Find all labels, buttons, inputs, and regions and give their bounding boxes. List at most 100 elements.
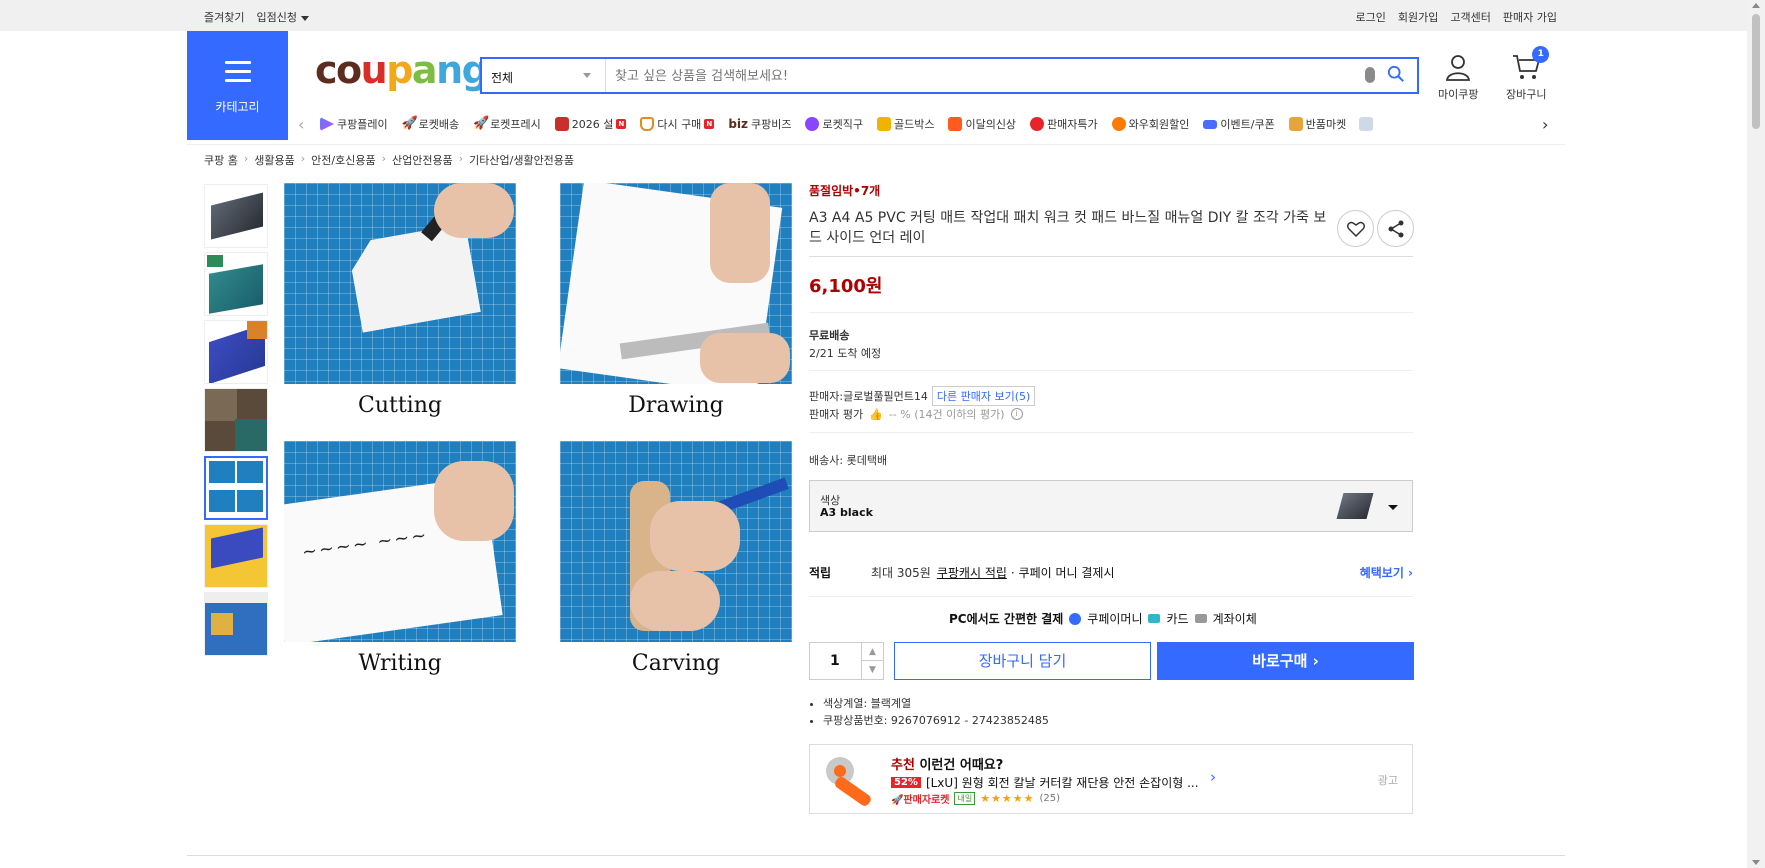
thumbnail-selected[interactable]: [204, 456, 268, 520]
payment-bank: 계좌이체: [1212, 612, 1257, 626]
wishlist-button[interactable]: [1337, 210, 1374, 247]
thumbnail[interactable]: [204, 388, 268, 452]
nav-label: 쿠팡플레이: [337, 118, 388, 131]
payment-card: 카드: [1166, 612, 1189, 626]
search-icon[interactable]: [1387, 65, 1405, 83]
nav-events-coupons[interactable]: 이벤트/쿠폰: [1203, 116, 1275, 132]
seller-signup-link[interactable]: 판매자 가입: [1503, 9, 1557, 25]
image-caption: Carving: [631, 651, 721, 676]
nav-rocket-fresh[interactable]: 🚀 로켓프레시: [473, 116, 541, 132]
nav-gold-box[interactable]: 골드박스: [876, 116, 934, 132]
seller-rocket-label: 판매자로켓: [903, 795, 950, 806]
seller-rating-value: -- % (14건 이하의 평가): [888, 408, 1005, 421]
nav-rocket-delivery[interactable]: 🚀 로켓배송: [402, 116, 459, 132]
coupang-logo[interactable]: coupang: [315, 48, 489, 92]
my-coupang-button[interactable]: 마이쿠팡: [1438, 53, 1478, 102]
chevron-right-icon[interactable]: ›: [1210, 768, 1216, 786]
thumbnail[interactable]: [204, 184, 268, 248]
thumbnail[interactable]: [204, 320, 268, 384]
recommendation-title: 추천 이런건 어때요?: [891, 754, 1003, 773]
breadcrumb-item[interactable]: 쿠팡 홈: [204, 152, 238, 168]
share-icon: [1388, 220, 1403, 237]
nav-label: 로켓직구: [822, 118, 863, 131]
seller-apply-link[interactable]: 입점신청: [256, 9, 309, 25]
quantity-decrease-icon[interactable]: ▼: [861, 661, 883, 679]
coupang-cash-link[interactable]: 쿠팡캐시 적립: [937, 564, 1007, 581]
image-caption: Cutting: [358, 393, 442, 418]
scrollbar-thumb[interactable]: [1752, 14, 1760, 129]
breadcrumb-item[interactable]: 산업안전용품: [392, 152, 453, 168]
nav-wow-discount[interactable]: 와우회원할인: [1111, 116, 1189, 132]
payment-title: PC에서도 간편한 결제: [949, 612, 1064, 626]
signup-link[interactable]: 회원가입: [1398, 9, 1438, 25]
nav-label: 판매자특가: [1047, 118, 1098, 131]
chevron-down-icon: [300, 15, 309, 21]
search-input[interactable]: [615, 65, 1315, 87]
attribute-product-number: 쿠팡상품번호: 9267076912 - 27423852485: [823, 712, 1049, 729]
chevron-left-icon[interactable]: ‹: [298, 115, 304, 134]
recommendation-card[interactable]: 추천 이런건 어때요? 52% [LxU] 원형 회전 칼날 커터칼 재단용 안전…: [809, 744, 1413, 814]
quantity-increase-icon[interactable]: ▲: [861, 643, 883, 661]
microphone-icon[interactable]: [1365, 67, 1375, 83]
shipping-label: 무료배송: [809, 329, 850, 342]
nav-return-market[interactable]: 반품마켓: [1288, 116, 1374, 132]
add-to-cart-button[interactable]: 장바구니 담기: [894, 642, 1151, 680]
carving-photo: [560, 441, 792, 642]
quantity-stepper[interactable]: 1 ▲ ▼: [809, 642, 884, 680]
buy-now-button[interactable]: 바로구매 ›: [1157, 642, 1414, 680]
option-select[interactable]: 색상 A3 black: [809, 480, 1413, 532]
nav-label: 이달의신상: [965, 118, 1017, 131]
scrollbar[interactable]: [1747, 0, 1765, 868]
drawing-photo: [560, 183, 792, 384]
nav-rocket-direct[interactable]: 로켓직구: [805, 116, 863, 132]
breadcrumb-item[interactable]: 생활용품: [254, 152, 294, 168]
nav-buy-again[interactable]: 다시 구매 N: [640, 116, 715, 132]
nav-coupang-biz[interactable]: biz 쿠팡비즈: [728, 116, 791, 132]
chevron-right-icon[interactable]: ›: [1542, 115, 1548, 134]
bookmark-link[interactable]: 즐겨찾기: [204, 9, 244, 25]
breadcrumb-item[interactable]: 안전/호신용품: [311, 152, 375, 168]
cart-button[interactable]: 1 장바구니: [1506, 46, 1550, 102]
quantity-value[interactable]: 1: [830, 653, 840, 669]
product-info: 품절임박•7개 A3 A4 A5 PVC 커팅 매트 작업대 패치 워크 컷 패…: [809, 182, 1414, 814]
nav-seller-deals[interactable]: 판매자특가: [1030, 116, 1098, 132]
thumbnail-list: [204, 184, 270, 660]
nav-new-arrivals[interactable]: 이달의신상: [948, 116, 1016, 132]
thumbnail[interactable]: [204, 252, 268, 316]
bank-icon: [1194, 614, 1207, 623]
nav-coupang-play[interactable]: 쿠팡플레이: [320, 116, 388, 132]
chevron-down-icon: [583, 73, 591, 78]
thumbnail[interactable]: [204, 524, 268, 588]
percent-icon: [1030, 117, 1045, 131]
divider: [809, 370, 1413, 371]
house-icon: [640, 117, 655, 131]
search-category-select[interactable]: 전체: [482, 59, 606, 92]
category-menu-button[interactable]: 카테고리: [187, 31, 288, 140]
globe-rocket-icon: [805, 117, 820, 131]
search-category-value: 전체: [491, 71, 514, 85]
more-icon: [1359, 117, 1374, 131]
scroll-up-icon[interactable]: [1752, 3, 1760, 8]
nav-label: 이벤트/쿠폰: [1220, 118, 1275, 131]
product-price: 6,100원: [809, 276, 883, 297]
scroll-down-icon[interactable]: [1752, 860, 1760, 865]
benefit-link-label: 혜택보기: [1359, 566, 1404, 580]
seller-name[interactable]: 글로벌풀필먼트14: [843, 388, 928, 404]
customer-center-link[interactable]: 고객센터: [1450, 9, 1490, 25]
hamburger-icon: [225, 61, 251, 88]
biz-icon: biz: [728, 117, 748, 131]
benefit-link[interactable]: 혜택보기 ›: [1360, 564, 1413, 581]
info-icon[interactable]: i: [1010, 408, 1023, 420]
nav-label: 2026 설: [571, 118, 614, 131]
other-sellers-button[interactable]: 다른 판매자 보기(5): [931, 386, 1036, 406]
breadcrumb-item[interactable]: 기타산업/생활안전용품: [469, 152, 574, 168]
login-link[interactable]: 로그인: [1356, 9, 1386, 25]
arrival-date: 2/21 도착 예정: [809, 347, 882, 360]
rocket-icon: 🚀: [891, 795, 904, 806]
nav-2026-seol[interactable]: 2026 설N: [554, 116, 627, 132]
share-button[interactable]: [1377, 210, 1414, 247]
thumbnail[interactable]: [204, 592, 268, 656]
nav-label: 다시 구매: [657, 118, 702, 131]
image-caption: Writing: [358, 651, 442, 676]
product-main-image[interactable]: Cutting Drawing ~~~~ ~~~ Writing Carving: [284, 183, 794, 688]
